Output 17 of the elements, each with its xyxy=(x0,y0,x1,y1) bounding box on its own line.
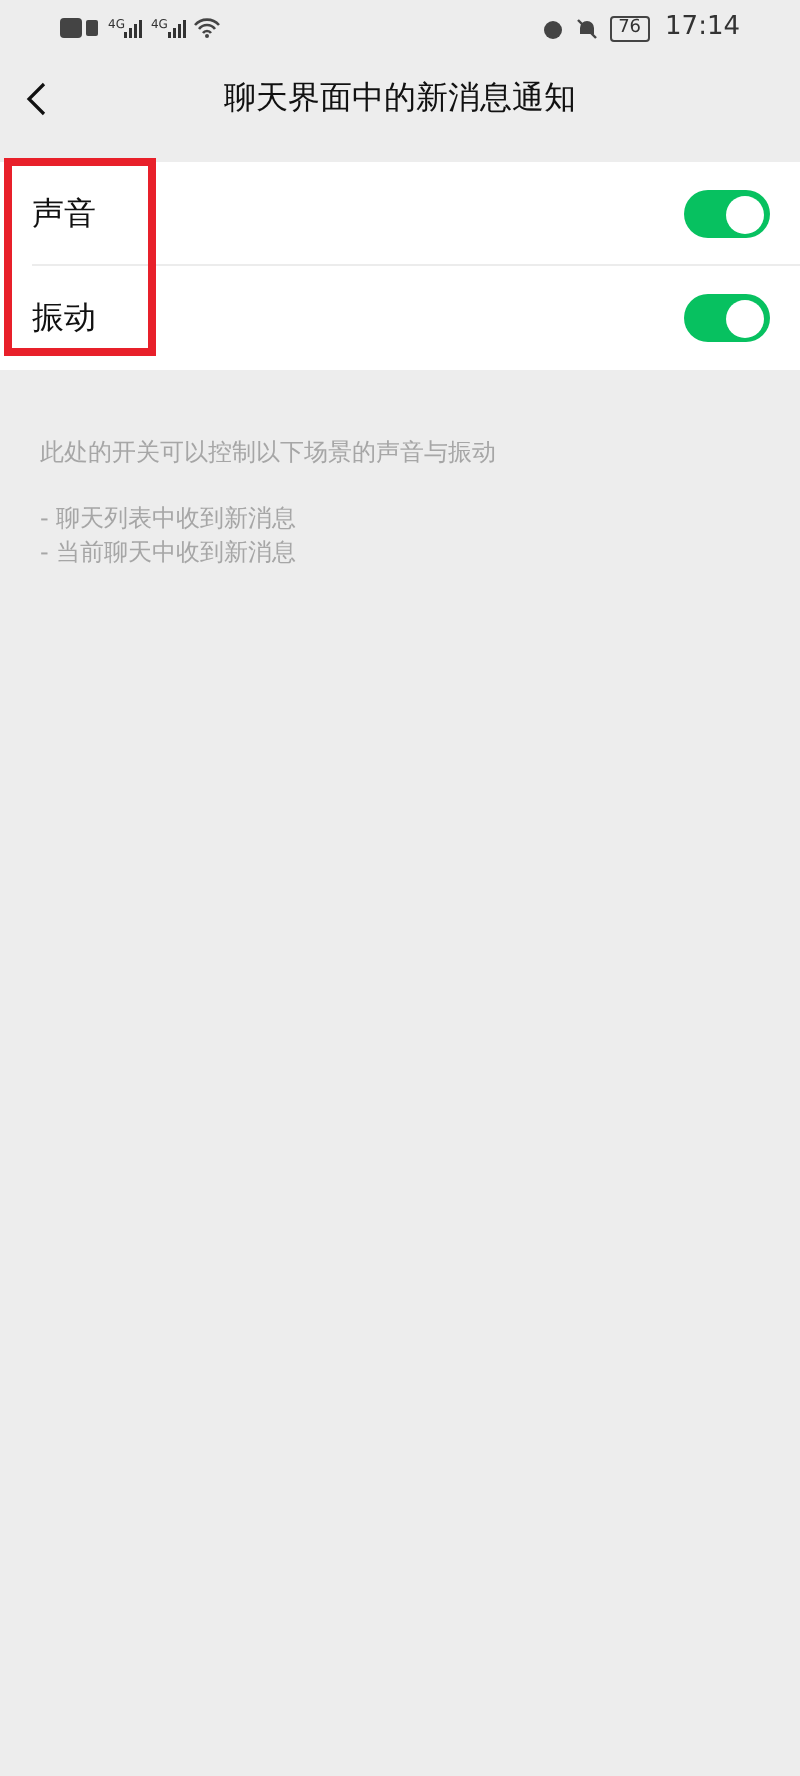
back-icon[interactable] xyxy=(26,82,46,116)
page-title: 聊天界面中的新消息通知 xyxy=(224,76,576,120)
battery-level: 76 xyxy=(610,15,650,41)
setting-label: 声音 xyxy=(32,192,96,236)
signal-icon xyxy=(167,19,186,37)
hint-text: 此处的开关可以控制以下场景的声音与振动 xyxy=(40,436,498,470)
toggle-switch[interactable] xyxy=(684,294,770,342)
alarm-icon xyxy=(542,17,565,39)
hint-item: - 聊天列表中收到新消息 xyxy=(40,502,299,536)
muted-bell-icon xyxy=(576,17,599,39)
setting-label: 振动 xyxy=(32,296,96,340)
clock: 17:14 xyxy=(665,10,740,47)
signal-icon xyxy=(124,19,143,37)
wifi-icon xyxy=(193,18,220,38)
toggle-switch[interactable] xyxy=(684,190,770,238)
hd-icon xyxy=(60,18,100,38)
hint-item: - 当前聊天中收到新消息 xyxy=(40,536,299,570)
